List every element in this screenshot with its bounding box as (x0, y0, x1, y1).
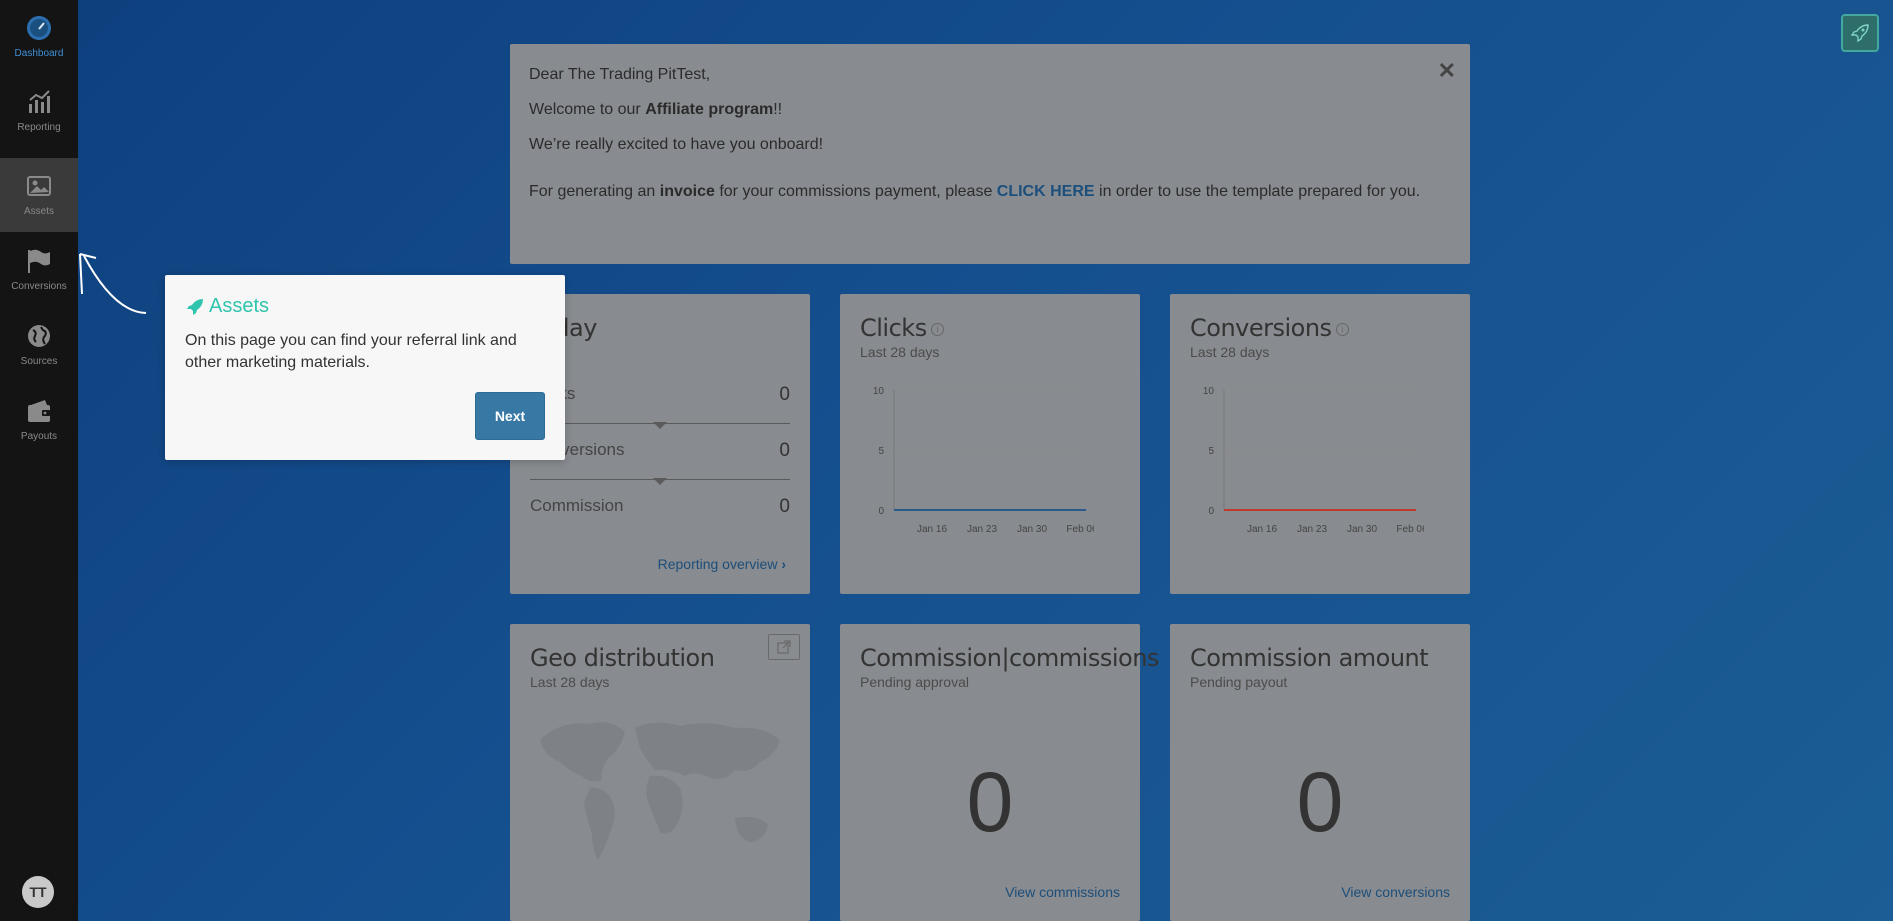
view-commissions-link[interactable]: View commissions (1005, 884, 1120, 900)
tour-tooltip: Assets On this page you can find your re… (165, 275, 565, 460)
image-icon (27, 176, 51, 196)
excited-line: We’re really excited to have you onboard… (529, 136, 824, 153)
card-title: Commission amount (1190, 644, 1429, 672)
avatar[interactable]: TT (22, 876, 54, 908)
sidebar-item-sources[interactable]: Sources (0, 308, 78, 382)
commission-value: 0 (966, 755, 1014, 849)
x-tick-label: Jan 16 (917, 524, 947, 535)
welcome-line: Welcome to our Affiliate program!! (529, 101, 783, 118)
rocket-icon (187, 298, 203, 315)
world-map-icon (540, 722, 780, 860)
card-title: Geo distribution (530, 644, 715, 672)
view-conversions-link[interactable]: View conversions (1341, 884, 1450, 900)
info-icon[interactable]: i (1335, 322, 1349, 336)
card-subtitle: Last 28 days (860, 344, 940, 360)
rocket-button[interactable] (1841, 14, 1879, 52)
greeting: Dear The Trading PitTest, (529, 66, 711, 83)
sidebar-item-assets[interactable]: Assets (0, 158, 78, 232)
sidebar-item-payouts[interactable]: Payouts (0, 383, 78, 457)
next-button[interactable]: Next (475, 392, 545, 440)
y-tick-label: 10 (873, 386, 885, 397)
sidebar-item-label: Reporting (17, 122, 61, 133)
card-title: Clicks (860, 314, 927, 342)
x-tick-label: Jan 30 (1347, 524, 1377, 535)
tour-title: Assets (209, 295, 270, 317)
y-tick-label: 0 (878, 506, 884, 517)
sidebar-item-label: Conversions (11, 281, 67, 292)
stat-row-clicks: Clicks0 (530, 384, 790, 405)
card-title: Today (530, 314, 790, 342)
x-tick-label: Jan 30 (1017, 524, 1047, 535)
sidebar-item-reporting[interactable]: Reporting (0, 74, 78, 148)
tour-body: On this page you can find your referral … (185, 332, 517, 371)
card-subtitle: Last 28 days (1190, 344, 1270, 360)
card-subtitle: Last 28 days (530, 674, 610, 690)
clicks-card: Clicks i Last 28 days 10 5 0 Jan 16 Jan 23 Jan… (840, 294, 1140, 594)
geo-card: Geo distribution Last 28 days (510, 624, 810, 921)
sidebar: Dashboard Reporting Assets Conversions S… (0, 0, 78, 921)
commission-card: Commission|commissions Pending approval … (840, 624, 1159, 921)
sidebar-item-label: Dashboard (14, 48, 64, 59)
y-tick-label: 10 (1203, 386, 1215, 397)
x-tick-label: Feb 06 (1396, 524, 1424, 535)
amount-value: 0 (1296, 755, 1344, 849)
close-icon[interactable]: ✕ (1438, 58, 1456, 84)
gauge-icon (27, 16, 51, 40)
conversions-chart: 10 5 0 Jan 16 Jan 23 Jan 30 Feb 06 (1203, 386, 1424, 535)
flag-icon (28, 249, 50, 273)
expand-button[interactable] (768, 634, 800, 660)
wallet-icon (28, 400, 50, 422)
y-tick-label: 5 (878, 446, 884, 457)
tour-arrow-icon (79, 253, 147, 314)
stat-row-commission: Commission 0 (530, 496, 790, 517)
sidebar-item-label: Payouts (20, 431, 58, 442)
globe-icon (28, 325, 50, 347)
card-subtitle: Pending payout (1190, 674, 1288, 690)
bar-chart-icon (29, 90, 50, 113)
rocket-icon (1850, 24, 1869, 43)
sidebar-item-label: Assets (23, 206, 54, 217)
reporting-overview-link[interactable]: Reporting overview › (658, 556, 786, 572)
divider (530, 478, 790, 485)
click-here-link[interactable]: CLICK HERE (997, 183, 1095, 200)
x-tick-label: Jan 23 (967, 524, 997, 535)
card-subtitle: Pending approval (860, 674, 969, 690)
sidebar-item-dashboard[interactable]: Dashboard (0, 0, 78, 74)
invoice-line: For generating an invoice for your commi… (529, 183, 1421, 200)
y-tick-label: 5 (1208, 446, 1214, 457)
x-tick-label: Feb 06 (1066, 524, 1094, 535)
stat-row-conversions: Conversions 0 (530, 440, 790, 461)
divider (530, 422, 790, 429)
commission-amount-card: Commission amount Pending payout 0 View … (1170, 624, 1470, 921)
clicks-chart: 10 5 0 Jan 16 Jan 23 Jan 30 Feb 06 (873, 386, 1094, 535)
external-link-icon (777, 640, 791, 654)
y-tick-label: 0 (1208, 506, 1214, 517)
sidebar-item-label: Sources (20, 356, 58, 367)
welcome-card: ✕ Dear The Trading PitTest, Welcome to o… (510, 44, 1470, 264)
sidebar-item-conversions[interactable]: Conversions (0, 233, 78, 307)
card-title: Conversions (1190, 314, 1332, 342)
card-title: Commission|commissions (860, 644, 1159, 672)
x-tick-label: Jan 16 (1247, 524, 1277, 535)
conversions-card: Conversions i Last 28 days 10 5 0 Jan 16 Jan … (1170, 294, 1470, 594)
info-icon[interactable]: i (930, 322, 944, 336)
x-tick-label: Jan 23 (1297, 524, 1327, 535)
